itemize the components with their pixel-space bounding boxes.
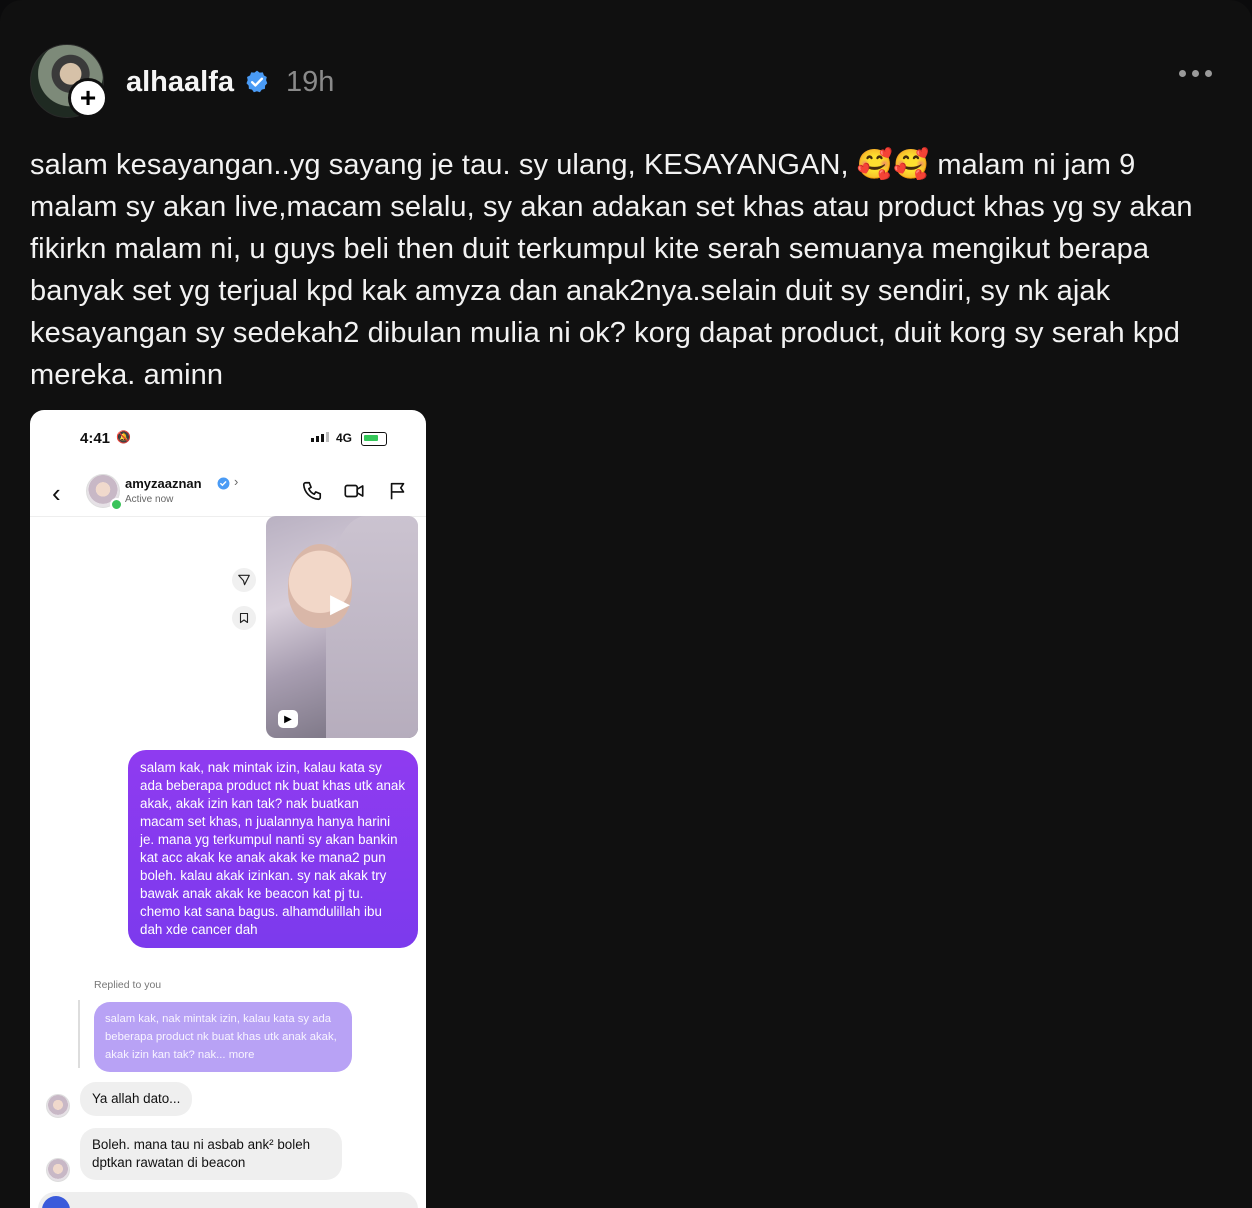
contact-name[interactable]: amyzaaznan — [125, 476, 202, 491]
verified-badge-icon — [246, 70, 268, 93]
active-dot — [110, 498, 123, 511]
signal-icon — [311, 432, 329, 442]
attached-dm-screenshot[interactable]: 4:41 🔕 4G ‹ amyzaaznan › Active now ▶ ▶ … — [30, 410, 426, 1208]
post-timestamp: 19h — [286, 65, 335, 98]
thread-post: + alhaalfa 19h salam kesayangan..yg saya… — [0, 0, 1252, 1208]
reply-indicator-bar — [78, 1000, 80, 1068]
flag-icon[interactable] — [387, 480, 409, 502]
username[interactable]: alhaalfa — [126, 66, 234, 99]
status-time: 4:41 — [80, 430, 111, 447]
post-caption: salam kesayangan..yg sayang je tau. sy u… — [30, 149, 1201, 391]
mute-bell-icon: 🔕 — [116, 430, 131, 444]
thumbnail-scarf-shape — [326, 516, 418, 738]
video-call-icon[interactable] — [343, 480, 365, 502]
chevron-right-icon: › — [234, 474, 239, 489]
contact-status: Active now — [125, 494, 174, 505]
received-message: Boleh. mana tau ni asbab ank² boleh dptk… — [80, 1128, 342, 1180]
phone-icon[interactable] — [301, 480, 323, 502]
network-label: 4G — [336, 431, 353, 445]
replied-label: Replied to you — [94, 979, 162, 991]
received-message: Ya allah dato... — [80, 1082, 193, 1116]
author-avatar[interactable]: + — [30, 44, 108, 118]
shared-reel-thumbnail[interactable]: ▶ ▶ — [266, 516, 418, 738]
more-options-icon[interactable] — [1179, 70, 1212, 77]
play-icon[interactable]: ▶ — [330, 588, 350, 619]
contact-avatar-small — [46, 1158, 70, 1182]
contact-avatar-small — [46, 1094, 70, 1118]
verified-badge-icon — [217, 477, 230, 490]
dm-header: ‹ amyzaaznan › Active now — [30, 468, 426, 517]
post-header: alhaalfa 19h — [126, 62, 334, 102]
back-chevron-icon[interactable]: ‹ — [52, 478, 61, 509]
reels-icon: ▶ — [278, 710, 298, 728]
share-icon[interactable] — [232, 568, 256, 592]
quoted-message[interactable]: salam kak, nak mintak izin, kalau kata s… — [94, 1002, 352, 1072]
bookmark-icon[interactable] — [232, 606, 256, 630]
sent-message: salam kak, nak mintak izin, kalau kata s… — [128, 750, 418, 948]
follow-plus-icon[interactable]: + — [68, 78, 108, 118]
battery-icon — [361, 432, 387, 446]
message-composer[interactable] — [38, 1192, 418, 1208]
